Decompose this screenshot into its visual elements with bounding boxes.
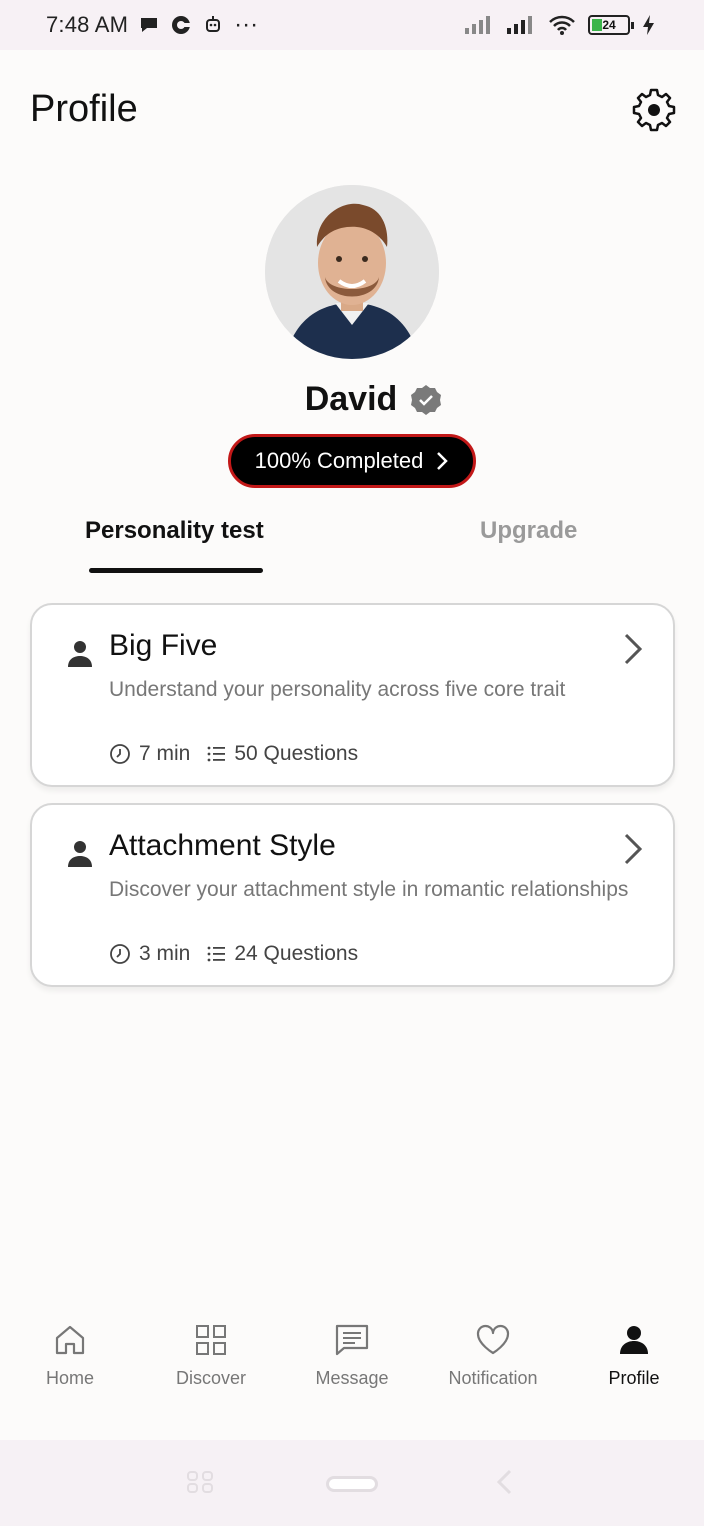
back-icon[interactable] bbox=[494, 1468, 516, 1496]
nav-notification[interactable]: Notification bbox=[423, 1322, 563, 1389]
test-title: Big Five bbox=[109, 629, 218, 662]
questions-label: 24 Questions bbox=[234, 942, 359, 965]
nav-label: Home bbox=[45, 1368, 94, 1388]
tab-personality-test[interactable]: Personality test bbox=[85, 517, 264, 545]
questions: 24 Questions bbox=[206, 942, 358, 966]
message-icon bbox=[335, 1324, 369, 1356]
charging-icon bbox=[643, 15, 654, 35]
battery-icon: 24 bbox=[588, 15, 634, 35]
system-nav-bar bbox=[0, 1440, 704, 1526]
robot-icon bbox=[206, 16, 221, 32]
test-card-attachment-style[interactable]: Attachment Style Discover your attachmen… bbox=[30, 803, 675, 987]
test-description: Understand your personality across five … bbox=[109, 678, 566, 701]
duration: 7 min bbox=[109, 742, 190, 766]
questions: 50 Questions bbox=[206, 742, 358, 766]
test-title: Attachment Style bbox=[109, 829, 336, 862]
clock-icon bbox=[110, 744, 130, 764]
gear-icon[interactable] bbox=[630, 86, 678, 134]
nav-label: Message bbox=[315, 1368, 389, 1388]
home-icon bbox=[55, 1325, 85, 1355]
completion-label: 100% Completed bbox=[254, 448, 424, 473]
avatar-photo bbox=[265, 185, 439, 359]
test-meta: 7 min 50 Questions bbox=[109, 742, 358, 766]
page-title: Profile bbox=[30, 88, 138, 130]
person-icon bbox=[68, 841, 92, 867]
chevron-right-icon bbox=[624, 633, 643, 665]
duration-label: 7 min bbox=[139, 742, 191, 765]
recent-apps-icon[interactable] bbox=[186, 1470, 214, 1494]
duration-label: 3 min bbox=[139, 942, 191, 965]
battery-level: 24 bbox=[602, 18, 616, 32]
person-icon bbox=[68, 641, 92, 667]
person-icon bbox=[620, 1326, 648, 1354]
status-time: 7:48 AM bbox=[46, 12, 129, 37]
signal-icon-2 bbox=[507, 16, 532, 34]
signal-icon bbox=[465, 16, 490, 34]
avatar[interactable] bbox=[265, 185, 439, 359]
wifi-icon bbox=[549, 15, 575, 35]
bottom-nav: Home Discover Message Notification Profi… bbox=[0, 1300, 704, 1440]
completion-button[interactable]: 100% Completed bbox=[228, 434, 476, 488]
verified-badge-icon bbox=[411, 384, 442, 415]
list-icon bbox=[207, 746, 226, 762]
heart-icon bbox=[476, 1324, 510, 1355]
test-description: Discover your attachment style in romant… bbox=[109, 878, 629, 901]
name-row: David bbox=[0, 380, 704, 419]
test-card-big-five[interactable]: Big Five Understand your personality acr… bbox=[30, 603, 675, 787]
questions-label: 50 Questions bbox=[234, 742, 359, 765]
status-left: 7:48 AM ··· bbox=[46, 11, 258, 39]
grid-icon bbox=[196, 1325, 226, 1355]
chat-bubble-icon bbox=[141, 18, 158, 32]
home-pill-button[interactable] bbox=[326, 1476, 378, 1492]
status-bar: 7:48 AM ··· 24 bbox=[0, 0, 704, 50]
status-right: 24 bbox=[464, 14, 656, 36]
nav-profile[interactable]: Profile bbox=[564, 1322, 704, 1389]
duration: 3 min bbox=[109, 942, 190, 966]
more-dots: ··· bbox=[234, 11, 259, 38]
list-icon bbox=[207, 946, 226, 962]
profile-name: David bbox=[304, 380, 398, 418]
tab-upgrade[interactable]: Upgrade bbox=[480, 517, 577, 545]
nav-discover[interactable]: Discover bbox=[141, 1322, 281, 1389]
nav-home[interactable]: Home bbox=[0, 1322, 140, 1389]
nav-message[interactable]: Message bbox=[282, 1322, 422, 1389]
test-meta: 3 min 24 Questions bbox=[109, 942, 358, 966]
nav-label: Profile bbox=[608, 1368, 660, 1388]
nav-label: Notification bbox=[448, 1368, 538, 1388]
tab-active-indicator bbox=[89, 568, 263, 573]
chevron-right-icon bbox=[624, 833, 643, 865]
c-app-icon bbox=[172, 16, 192, 34]
chevron-right-icon bbox=[437, 452, 449, 470]
clock-icon bbox=[110, 944, 130, 964]
nav-label: Discover bbox=[175, 1368, 246, 1388]
